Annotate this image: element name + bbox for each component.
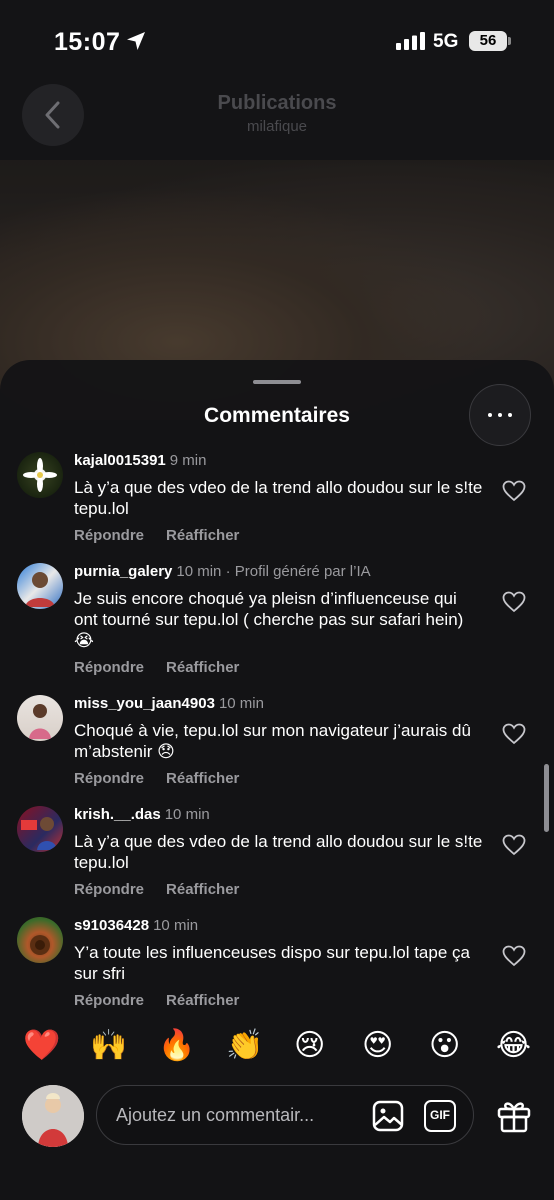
comment-input-placeholder: Ajoutez un commentair...: [116, 1105, 315, 1125]
emoji-reaction-bar: ❤️ 🙌 🔥 👏 😢 😍 😮 😂: [0, 1018, 554, 1078]
emoji-crying-button[interactable]: 😢: [294, 1028, 325, 1064]
comment-text: Là y’a que des vdeo de la trend allo dou…: [74, 832, 483, 872]
emoji-surprised-button[interactable]: 😮: [429, 1028, 460, 1064]
comment-time: 10 min: [164, 806, 210, 823]
reply-button[interactable]: Répondre: [74, 770, 144, 787]
emoji-heart-eyes-button[interactable]: 😍: [362, 1028, 393, 1064]
comment-username[interactable]: miss_you_jaan4903: [74, 695, 215, 712]
gift-icon[interactable]: [496, 1097, 532, 1133]
heart-icon[interactable]: [502, 834, 526, 856]
comment-text: Choqué à vie, tepu.lol sur mon navigateu…: [74, 721, 471, 761]
dot-icon: [508, 413, 512, 417]
status-bar: 15:07 5G 56: [0, 0, 554, 84]
comment-text: Y’a toute les influenceuses dispo sur te…: [74, 943, 470, 983]
profile-avatar-icon: [21, 817, 57, 850]
repost-button[interactable]: Réafficher: [166, 770, 239, 787]
network-type: 5G: [433, 31, 459, 52]
comment-time: 10 min: [218, 695, 264, 712]
emoji-heart-button[interactable]: ❤️: [23, 1028, 60, 1064]
heart-icon[interactable]: [502, 591, 526, 613]
comment-item: krish.__.das 10 min Là y’a que des vdeo d…: [0, 806, 554, 906]
comment-actions: Répondre Réafficher: [74, 770, 239, 787]
comment-header: s91036428 10 min: [74, 917, 198, 934]
comment-username[interactable]: purnia_galery: [74, 563, 172, 580]
repost-button[interactable]: Réafficher: [166, 992, 239, 1009]
comment-item: purnia_galery 10 min · Profil généré par …: [0, 563, 554, 683]
emoji-fire-button[interactable]: 🔥: [158, 1028, 195, 1064]
comment-time: 10 min: [153, 917, 199, 934]
reply-button[interactable]: Répondre: [74, 527, 144, 544]
comment-time: 10 min · Profil généré par l’IA: [176, 563, 371, 580]
battery-icon: 56: [469, 31, 507, 51]
repost-button[interactable]: Réafficher: [166, 881, 239, 898]
comment-header: krish.__.das 10 min: [74, 806, 210, 823]
repost-button[interactable]: Réafficher: [166, 527, 239, 544]
location-arrow-icon: [127, 32, 145, 50]
comment-item: miss_you_jaan4903 10 min Choqué à vie, te…: [0, 695, 554, 795]
profile-avatar-icon: [22, 1085, 84, 1147]
heart-icon[interactable]: [502, 723, 526, 745]
flower-avatar-icon: [23, 458, 57, 492]
comment-time: 9 min: [169, 452, 207, 469]
page-subtitle: milafique: [246, 118, 308, 135]
comment-header: kajal0015391 9 min: [74, 452, 206, 469]
comment-username[interactable]: s91036428: [74, 917, 149, 934]
comment-actions: Répondre Réafficher: [74, 659, 239, 676]
profile-avatar-icon: [29, 704, 51, 739]
comment-text: Je suis encore choqué ya pleisn d’influe…: [74, 589, 464, 650]
profile-avatar-icon: [25, 572, 55, 607]
reply-button[interactable]: Répondre: [74, 992, 144, 1009]
comment-header: miss_you_jaan4903 10 min: [74, 695, 264, 712]
battery-nub: [508, 37, 511, 45]
heart-icon[interactable]: [502, 945, 526, 967]
emoji-laughing-button[interactable]: 😂: [496, 1028, 531, 1064]
comment-item: s91036428 10 min Y’a toute les influenceu…: [0, 917, 554, 1012]
heart-icon[interactable]: [502, 480, 526, 502]
comment-item: kajal0015391 9 min Là y’a que des vdeo de…: [0, 452, 554, 552]
comment-actions: Répondre Réafficher: [74, 992, 239, 1009]
sheet-grabber[interactable]: [253, 380, 301, 384]
image-icon[interactable]: [372, 1100, 404, 1132]
scrollbar[interactable]: [544, 764, 549, 832]
avatar[interactable]: [17, 917, 63, 963]
emoji-raised-hands-button[interactable]: 🙌: [90, 1028, 127, 1064]
header: Publications milafique: [0, 84, 554, 160]
emoji-clap-button[interactable]: 👏: [226, 1028, 263, 1064]
flower-avatar-icon: [30, 935, 50, 955]
comment-text: Là y’a que des vdeo de la trend allo dou…: [74, 478, 483, 518]
dot-icon: [488, 413, 492, 417]
comment-username[interactable]: kajal0015391: [74, 452, 166, 469]
comment-username[interactable]: krish.__.das: [74, 806, 161, 823]
dot-icon: [498, 413, 502, 417]
avatar[interactable]: [17, 452, 63, 498]
reply-button[interactable]: Répondre: [74, 659, 144, 676]
avatar[interactable]: [17, 806, 63, 852]
gif-icon[interactable]: GIF: [424, 1100, 456, 1132]
comment-actions: Répondre Réafficher: [74, 527, 239, 544]
avatar[interactable]: [17, 563, 63, 609]
page-title: Publications: [217, 92, 337, 114]
comment-actions: Répondre Réafficher: [74, 881, 239, 898]
comment-header: purnia_galery 10 min · Profil généré par …: [74, 563, 371, 580]
repost-button[interactable]: Réafficher: [166, 659, 239, 676]
reply-button[interactable]: Répondre: [74, 881, 144, 898]
status-time: 15:07: [54, 28, 121, 56]
comment-input[interactable]: Ajoutez un commentair... GIF: [96, 1085, 474, 1145]
avatar[interactable]: [17, 695, 63, 741]
signal-icon: [396, 32, 425, 50]
more-options-button[interactable]: [469, 384, 531, 446]
current-user-avatar: [22, 1085, 84, 1147]
